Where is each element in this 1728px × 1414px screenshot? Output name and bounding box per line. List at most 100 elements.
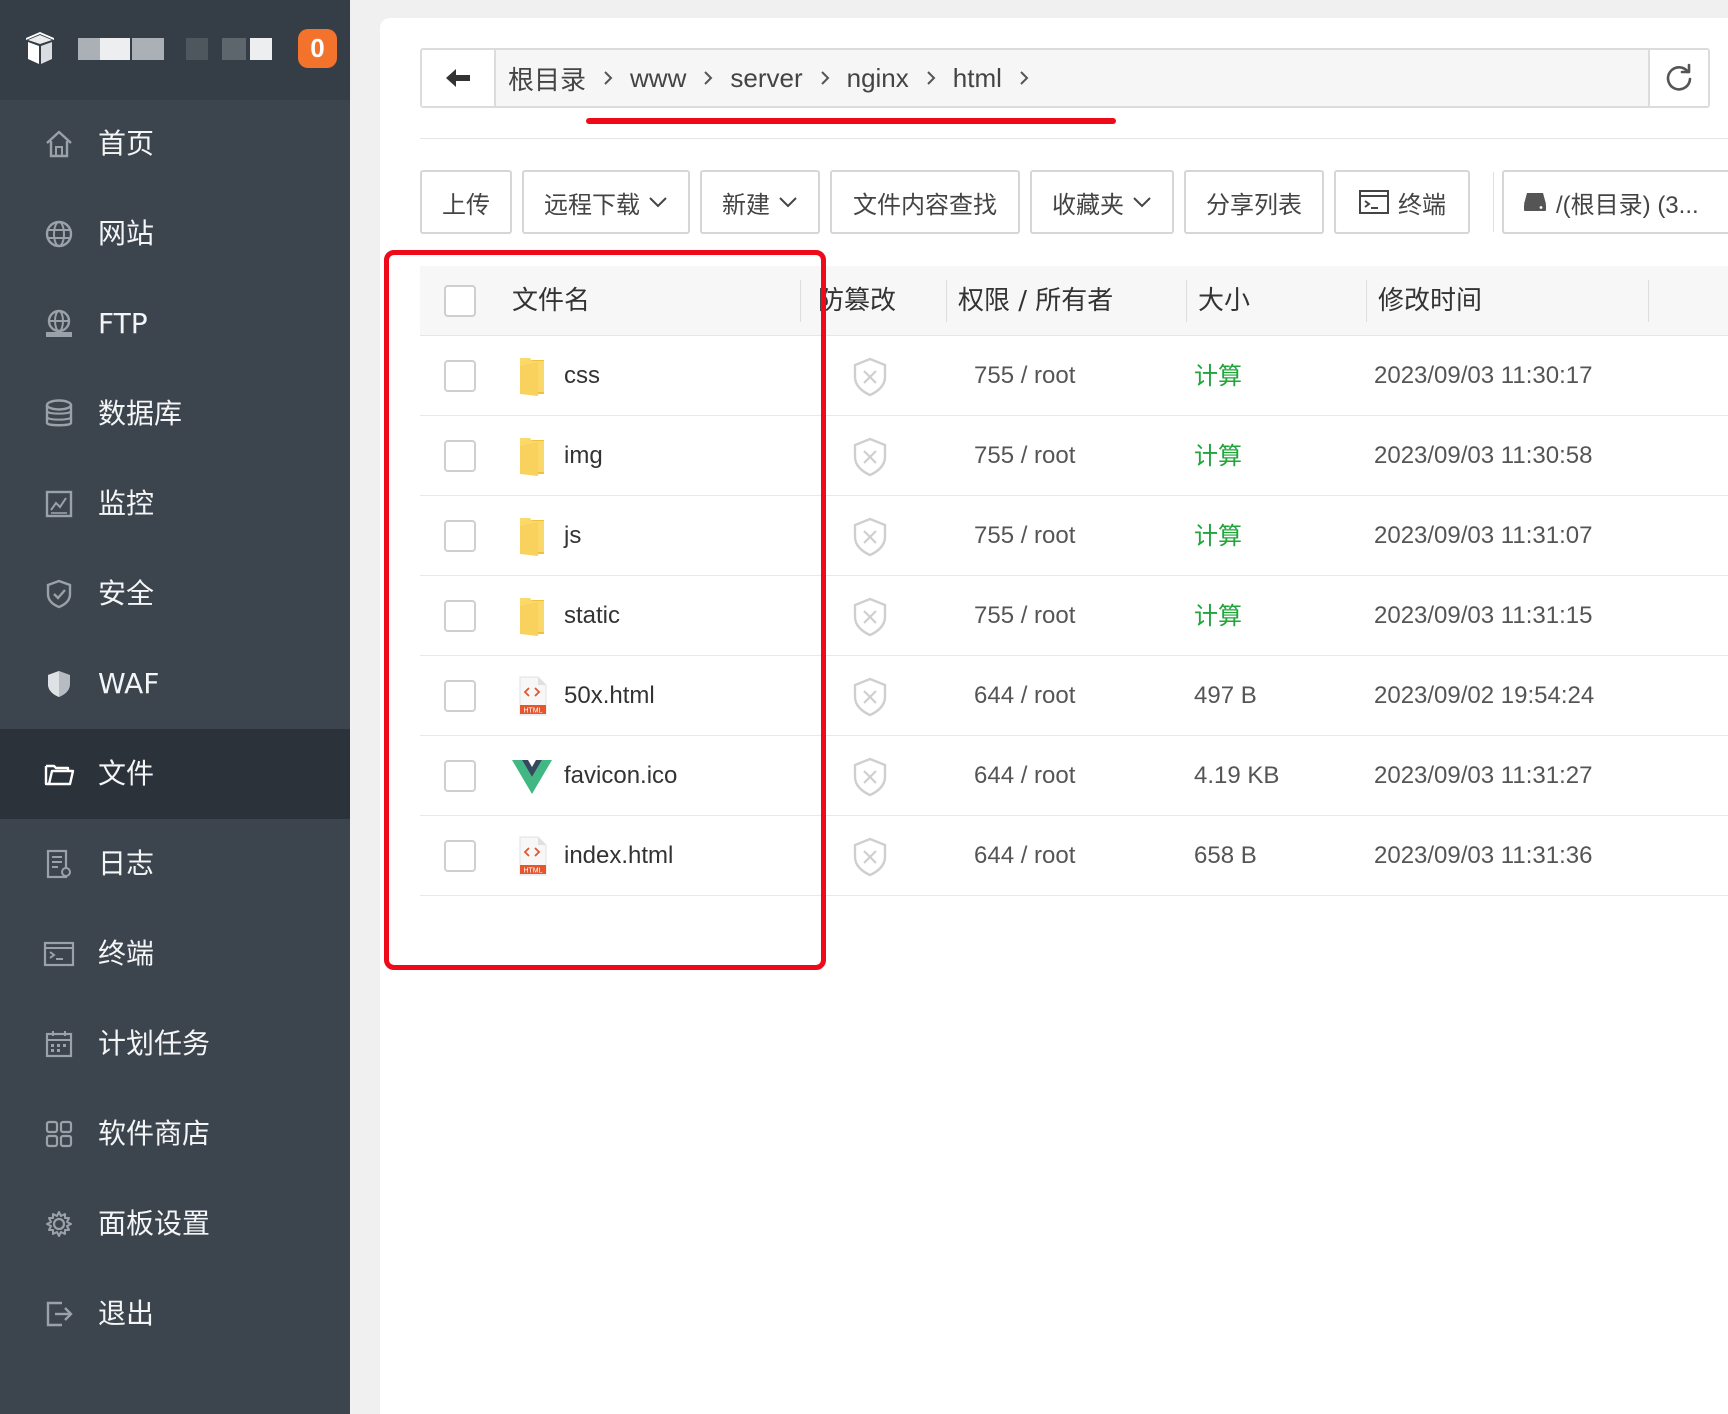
notification-badge[interactable]: 0 [298,29,337,68]
remote-download-dropdown[interactable]: 远程下载 [522,170,690,234]
chevron-down-icon [1133,197,1151,208]
terminal-label: 终端 [1398,190,1446,219]
sidebar-item-label: 终端 [98,937,155,970]
sidebar-item[interactable]: 退出 [0,1269,350,1359]
chevron-right-icon [909,69,953,87]
permission-owner[interactable]: 644 / root [974,736,1075,816]
header-tamper: 防篡改 [818,286,897,316]
sidebar-header: 0 [0,0,350,100]
calculate-size-link[interactable]: 计算 [1194,416,1242,496]
folder-icon [42,759,76,789]
sidebar-item-label: 监控 [98,487,155,520]
sidebar-item-label: 面板设置 [98,1207,211,1240]
chevron-right-icon [686,69,730,87]
sidebar-item[interactable]: 网站 [0,189,350,279]
waf-shield-icon [42,669,76,699]
shield-check-icon [42,579,76,609]
upload-label: 上传 [442,190,490,219]
permission-owner[interactable]: 755 / root [974,416,1075,496]
modified-time: 2023/09/03 11:31:15 [1374,602,1593,629]
breadcrumb-item[interactable]: www [630,63,686,94]
server-name-blurred [222,38,246,60]
breadcrumb-item[interactable]: server [730,63,802,94]
log-icon [42,849,76,879]
sidebar-item[interactable]: 安全 [0,549,350,639]
chevron-right-icon [1002,69,1046,87]
sidebar-item[interactable]: 文件 [0,729,350,819]
tamper-protection-icon[interactable] [850,356,890,398]
sidebar-item[interactable]: FTP [0,279,350,369]
apps-grid-icon [42,1119,76,1149]
hard-drive-icon [1524,193,1546,211]
path-bar: 根目录 www server nginx html [420,48,1710,108]
sidebar-item[interactable]: 面板设置 [0,1179,350,1269]
tamper-protection-icon[interactable] [850,596,890,638]
refresh-icon [1666,63,1692,91]
calculate-size-link[interactable]: 计算 [1194,496,1242,576]
tamper-protection-icon[interactable] [850,756,890,798]
sidebar-item[interactable]: 终端 [0,909,350,999]
permission-owner[interactable]: 755 / root [974,336,1075,416]
refresh-button[interactable] [1648,50,1708,106]
sidebar-item-label: 首页 [98,127,155,160]
home-icon [42,129,76,159]
sidebar-item[interactable]: 首页 [0,99,350,189]
column-divider [1186,280,1187,322]
upload-button[interactable]: 上传 [420,170,512,234]
sidebar-item-label: 退出 [98,1297,155,1330]
back-button[interactable] [422,50,496,106]
permission-owner[interactable]: 644 / root [974,816,1075,896]
disk-selector[interactable]: /(根目录) (3... [1502,170,1728,234]
arrow-left-icon [446,69,470,87]
sidebar-item[interactable]: 计划任务 [0,999,350,1089]
permission-owner[interactable]: 755 / root [974,576,1075,656]
sidebar: 0 首页网站 FTP 数据库监控安全 WAF 文件日志终端计划任务 软件商店面板设置退出 [0,0,350,1414]
file-size: 658 B [1194,842,1257,869]
sidebar-item-label: FTP [98,307,148,340]
sidebar-item-label: 日志 [98,847,155,880]
tamper-protection-icon[interactable] [850,676,890,718]
permission-owner[interactable]: 644 / root [974,656,1075,736]
chevron-down-icon [779,197,797,208]
calculate-size-link[interactable]: 计算 [1194,336,1242,416]
sidebar-item[interactable]: 日志 [0,819,350,909]
logo-icon [26,32,54,64]
terminal-icon [42,939,76,969]
content-search-button[interactable]: 文件内容查找 [830,170,1020,234]
favorites-label: 收藏夹 [1052,190,1124,219]
toolbar-separator [1493,172,1494,232]
share-list-label: 分享列表 [1206,190,1302,219]
modified-time: 2023/09/02 19:54:24 [1374,682,1595,709]
new-dropdown[interactable]: 新建 [700,170,820,234]
tamper-protection-icon[interactable] [850,436,890,478]
terminal-icon [1359,190,1389,214]
share-list-button[interactable]: 分享列表 [1184,170,1324,234]
column-divider [1648,280,1649,322]
chevron-down-icon [649,197,667,208]
sidebar-item-label: WAF [98,667,160,700]
sidebar-item-label: 文件 [98,757,155,790]
permission-owner[interactable]: 755 / root [974,496,1075,576]
breadcrumb-item[interactable]: 根目录 [508,60,586,97]
header-size[interactable]: 大小 [1198,266,1250,336]
tamper-protection-icon[interactable] [850,516,890,558]
modified-time: 2023/09/03 11:31:07 [1374,522,1593,549]
calculate-size-link[interactable]: 计算 [1194,576,1242,656]
tamper-protection-icon[interactable] [850,836,890,878]
sidebar-item[interactable]: 数据库 [0,369,350,459]
sidebar-item[interactable]: 软件商店 [0,1089,350,1179]
logout-icon [42,1299,76,1329]
breadcrumb-item[interactable]: html [953,63,1002,94]
favorites-dropdown[interactable]: 收藏夹 [1030,170,1174,234]
breadcrumb-item[interactable]: nginx [847,63,909,94]
chevron-right-icon [586,69,630,87]
sidebar-item[interactable]: WAF [0,639,350,729]
terminal-button[interactable]: 终端 [1334,170,1470,234]
breadcrumb: 根目录 www server nginx html [508,50,1046,106]
column-divider [946,280,947,322]
sidebar-item[interactable]: 监控 [0,459,350,549]
header-modified-time[interactable]: 修改时间 [1378,266,1482,336]
monitor-icon [42,489,76,519]
file-size: 497 B [1194,682,1257,709]
gear-icon [42,1209,76,1239]
